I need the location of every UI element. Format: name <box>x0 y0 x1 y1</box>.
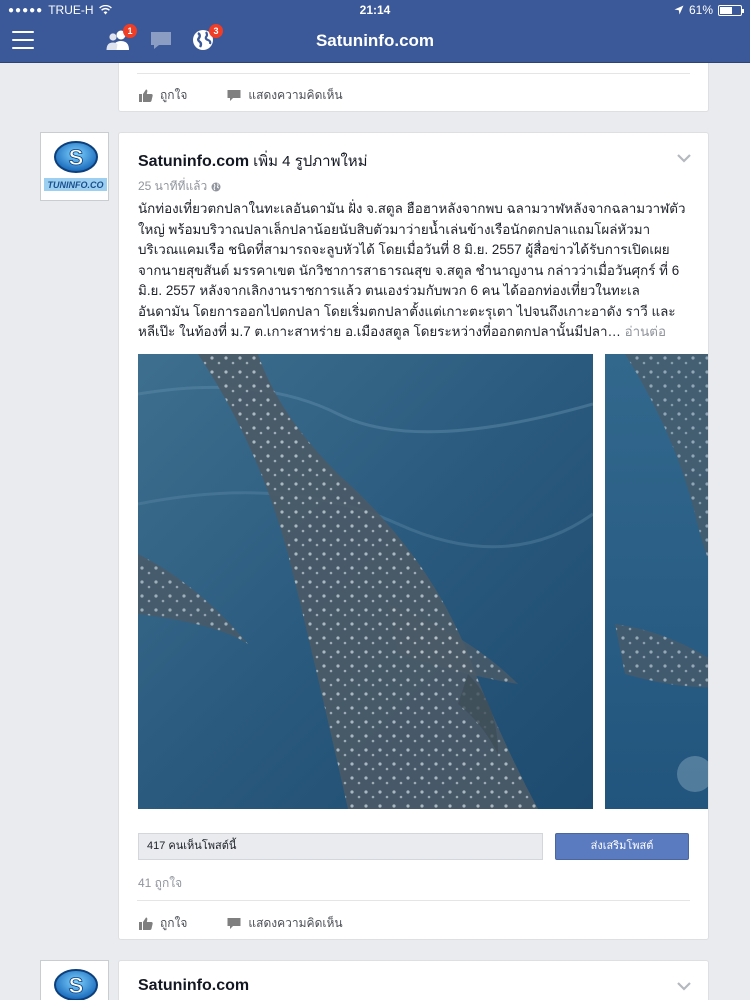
like-button[interactable]: ถูกใจ <box>139 86 187 105</box>
post-reach-bar[interactable]: 417 คนเห็นโพสต์นี้ <box>138 833 543 860</box>
carrier-label: TRUE-H <box>48 3 94 17</box>
thumbs-up-icon <box>139 89 153 102</box>
photo-strip <box>138 354 708 809</box>
battery-level <box>720 6 733 14</box>
post-timestamp[interactable]: 25 นาทีที่แล้ว <box>138 177 207 196</box>
post-actions: ถูกใจ แสดงความคิดเห็น <box>139 86 343 105</box>
status-left: ●●●●● TRUE-H <box>8 3 674 17</box>
public-globe-icon <box>211 182 221 191</box>
messages-button[interactable] <box>150 29 174 53</box>
whale-shark-photo <box>138 354 593 809</box>
post-text-line: ใหญ่ พร้อมบริวาณปลาเล็กปลาน้อยนับสิบตัวม… <box>138 221 651 237</box>
boost-post-button[interactable]: ส่งเสริมโพสต์ <box>555 833 689 860</box>
divider <box>137 73 690 74</box>
menu-icon-bar <box>12 47 34 49</box>
post-text-line: บริเวณแคมเรือ ชนิดที่สามารถจะลูบหัวได้ โ… <box>138 242 670 257</box>
post-body-text: นักท่องเที่ยวตกปลาในทะเลอันดามัน ฝั่ง จ.… <box>138 199 690 343</box>
post-header: Satuninfo.com เพิ่ม 4 รูปภาพใหม่ 25 นาทีท… <box>138 149 658 196</box>
status-bar: ●●●●● TRUE-H 21:14 61% <box>0 0 750 20</box>
satuninfo-logo: S <box>41 961 108 1000</box>
post-text-line: จากนายสุขสันต์ มรรคาเขต นักวิชาการสาธารณ… <box>138 262 680 278</box>
signal-strength-icon: ●●●●● <box>8 4 44 16</box>
status-right: 61% <box>674 3 744 17</box>
comment-label: แสดงความคิดเห็น <box>248 88 343 102</box>
whale-shark-photo <box>605 354 708 809</box>
post-photo[interactable] <box>138 354 593 809</box>
post-author-link[interactable]: Satuninfo.com <box>138 153 249 170</box>
svg-text:S: S <box>69 973 84 998</box>
comment-icon <box>227 918 241 929</box>
post-title-line: Satuninfo.com เพิ่ม 4 รูปภาพใหม่ <box>138 149 658 173</box>
menu-icon-bar <box>12 31 34 33</box>
svg-text:S: S <box>69 145 84 170</box>
wifi-icon <box>98 5 112 15</box>
location-arrow-icon <box>674 5 684 15</box>
post-photo[interactable] <box>605 354 708 809</box>
friend-requests-button[interactable]: 1 <box>106 24 137 53</box>
notifications-badge: 3 <box>209 24 223 38</box>
menu-icon[interactable] <box>12 31 34 49</box>
post-author-link[interactable]: Satuninfo.com <box>138 977 249 995</box>
like-button[interactable]: ถูกใจ <box>139 914 187 933</box>
satuninfo-logo: S TUNINFO.CO <box>41 133 108 200</box>
page-avatar[interactable]: S TUNINFO.CO <box>40 132 109 201</box>
post-action-text: เพิ่ม 4 รูปภาพใหม่ <box>253 153 368 170</box>
post-meta: 25 นาทีที่แล้ว <box>138 177 658 196</box>
battery-percent: 61% <box>688 3 713 17</box>
thumbs-up-icon <box>139 917 153 930</box>
post-text-line: อันดามัน โดยการออกไปตกปลา โดยเริ่มตกปลาต… <box>138 303 676 319</box>
divider <box>137 900 690 901</box>
comment-icon <box>227 90 241 101</box>
battery-icon <box>718 4 744 16</box>
previous-post-card: ถูกใจ แสดงความคิดเห็น <box>118 63 709 112</box>
post-actions: ถูกใจ แสดงความคิดเห็น <box>139 914 343 933</box>
comment-label: แสดงความคิดเห็น <box>248 916 343 930</box>
notifications-button[interactable]: 3 <box>192 24 223 53</box>
svg-text:TUNINFO.CO: TUNINFO.CO <box>48 180 104 190</box>
post-text-line: นักท่องเที่ยวตกปลาในทะเลอันดามัน ฝั่ง จ.… <box>138 201 686 216</box>
messages-icon <box>151 32 171 49</box>
menu-icon-bar <box>12 39 34 41</box>
post-options-chevron-icon[interactable] <box>677 153 691 163</box>
post-text-line: มิ.ย. 2557 หลังจากเลิกงานราชการแล้ว ตนเอ… <box>138 283 640 298</box>
comment-button[interactable]: แสดงความคิดเห็น <box>227 914 343 933</box>
see-more-link[interactable]: อ่านต่อ <box>625 324 666 339</box>
friend-requests-badge: 1 <box>123 24 137 38</box>
post-text-line-last: หลีเป๊ะ ในท้องที่ ม.7 ต.เกาะสาหร่าย อ.เม… <box>138 322 690 343</box>
comment-button[interactable]: แสดงความคิดเห็น <box>227 86 343 105</box>
like-label: ถูกใจ <box>160 916 188 930</box>
post-options-chevron-icon[interactable] <box>677 981 691 991</box>
like-label: ถูกใจ <box>160 88 188 102</box>
post-card: Satuninfo.com เพิ่ม 4 รูปภาพใหม่ 25 นาทีท… <box>118 132 709 940</box>
page-avatar[interactable]: S <box>40 960 109 1000</box>
next-post-card: Satuninfo.com <box>118 960 709 1000</box>
nav-bar: 1 3 Satuninfo.com <box>0 20 750 63</box>
post-text-line: หลีเป๊ะ ในท้องที่ ม.7 ต.เกาะสาหร่าย อ.เม… <box>138 324 621 339</box>
likes-count[interactable]: 41 ถูกใจ <box>138 874 182 893</box>
